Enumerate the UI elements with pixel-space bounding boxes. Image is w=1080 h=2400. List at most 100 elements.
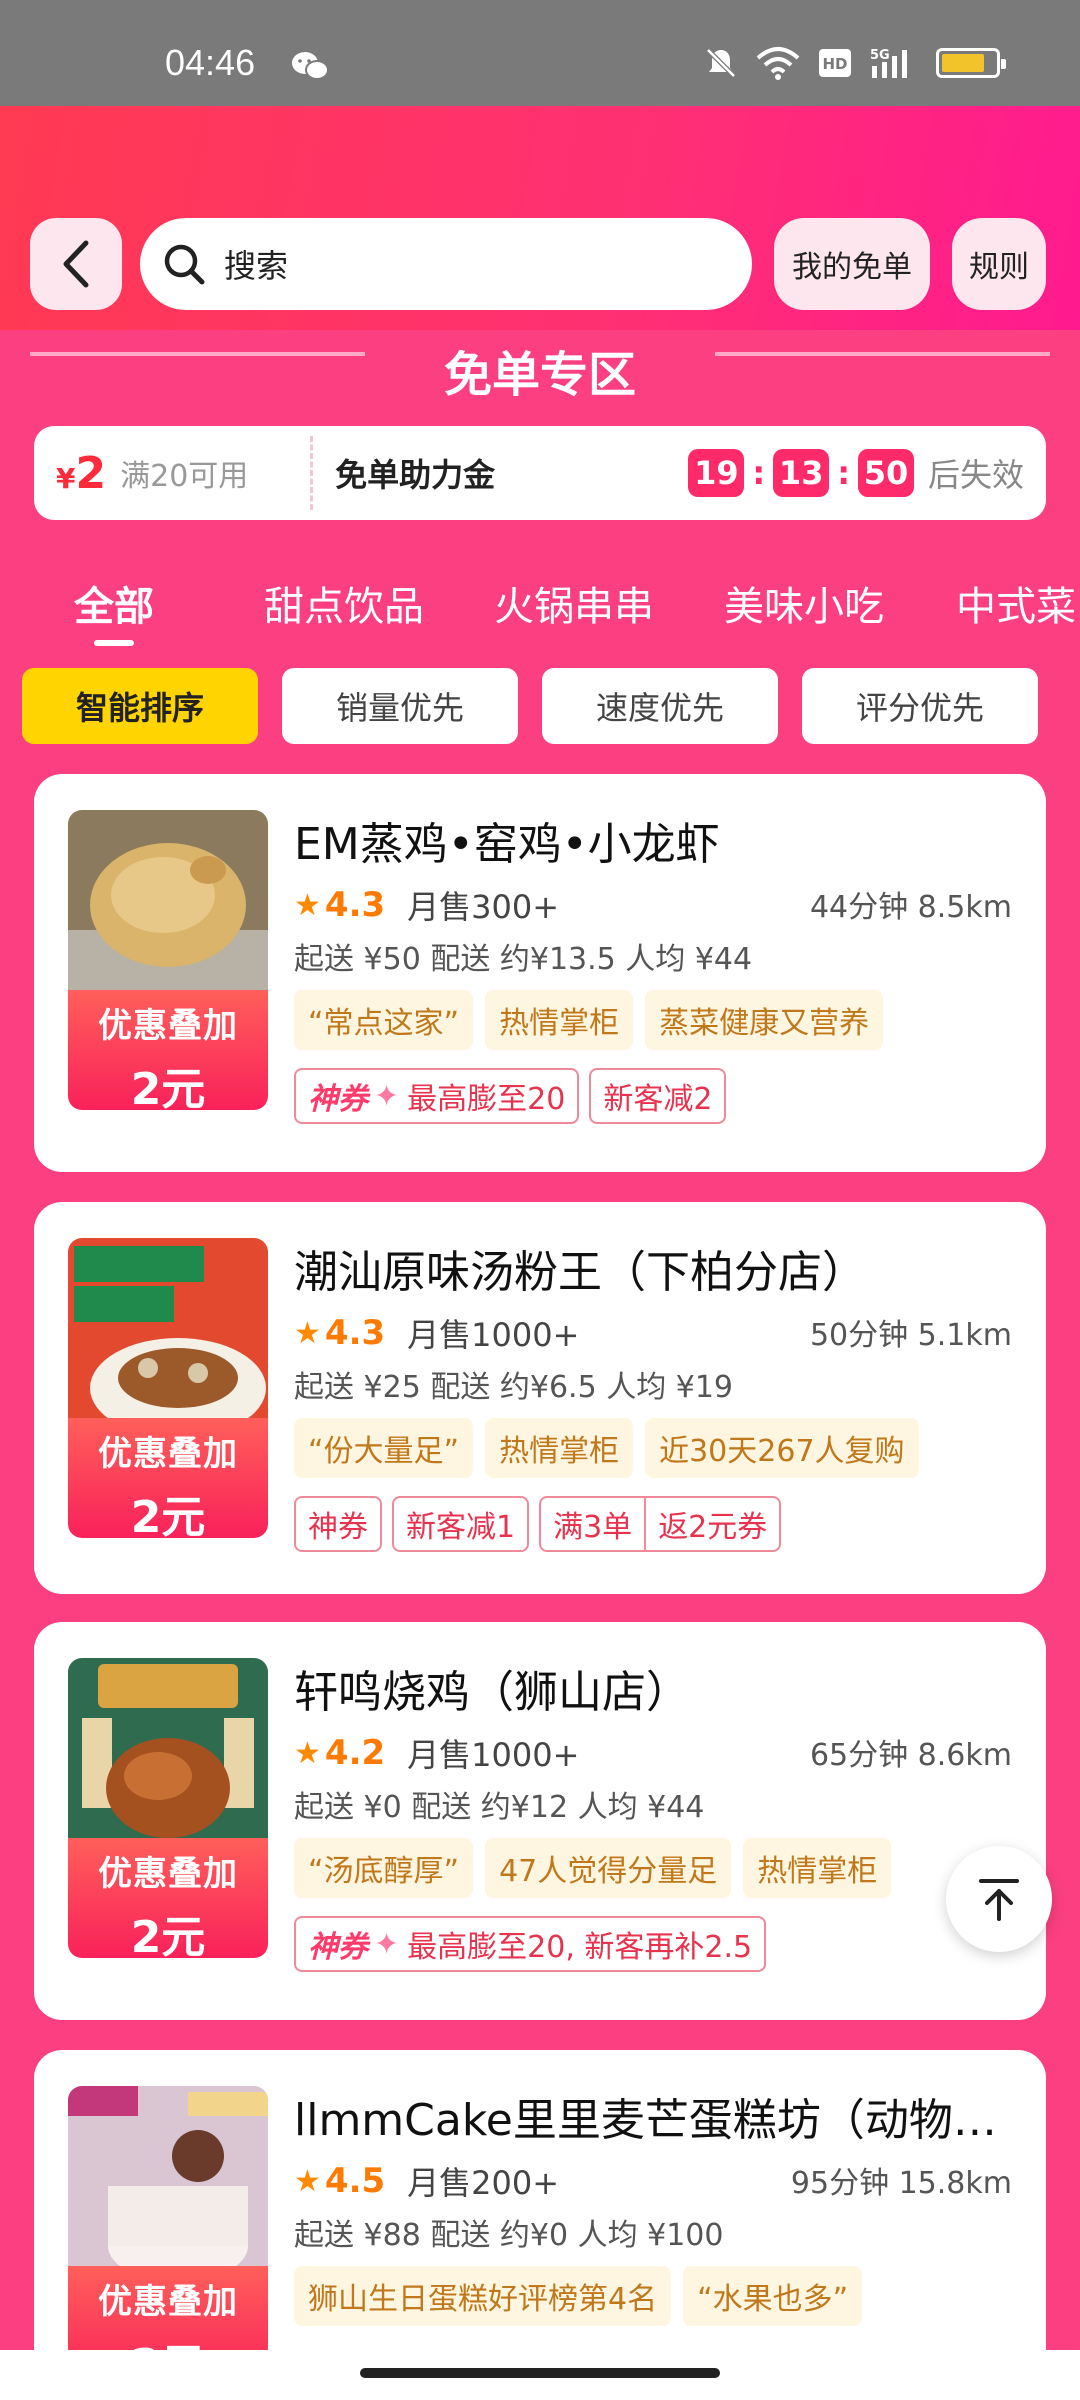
promo-badge: 优惠叠加 2元 xyxy=(68,990,268,1110)
timer-separator: : xyxy=(837,454,850,492)
coupon-tags: 神券 ✦ 最高膨至20 新客减2 xyxy=(294,1068,727,1124)
store-rating: ★ 4.3 月售300+ xyxy=(294,882,559,928)
tab-all[interactable]: 全部 xyxy=(74,574,154,632)
store-tag: 近30天267人复购 xyxy=(645,1418,919,1478)
status-time: 04:46 xyxy=(165,42,256,83)
home-indicator-bar xyxy=(0,2350,1080,2400)
store-card[interactable]: 优惠叠加 2元 llmmCake里里麦芒蛋糕坊（动物… ★ 4.5 月售200+… xyxy=(34,2050,1046,2400)
store-card[interactable]: 优惠叠加 2元 轩鸣烧鸡（狮山店） ★ 4.2 月售1000+ 65分钟 8.6… xyxy=(34,1622,1046,2020)
svg-text:5G: 5G xyxy=(870,48,890,63)
sort-sales[interactable]: 销量优先 xyxy=(282,668,518,744)
store-thumbnail: 优惠叠加 2元 xyxy=(68,810,268,1110)
page-title: 免单专区 xyxy=(443,347,636,403)
coupon-tags: 神券 ✦ 最高膨至20, 新客再补2.5 xyxy=(294,1916,767,1972)
sort-speed[interactable]: 速度优先 xyxy=(542,668,778,744)
store-tag: 热情掌柜 xyxy=(485,1418,634,1478)
store-thumbnail: 优惠叠加 2元 xyxy=(68,2086,268,2386)
countdown-timer: 19 : 13 : 50 后失效 xyxy=(688,449,1024,497)
home-indicator[interactable] xyxy=(360,2368,720,2378)
mute-icon xyxy=(706,48,736,78)
5g-signal-icon: 5G xyxy=(870,48,907,78)
star-icon: ★ xyxy=(294,1315,321,1351)
delivery-info: 起送 ¥25 配送 约¥6.5 人均 ¥19 xyxy=(294,1370,733,1405)
store-tags: “常点这家” 热情掌柜 蒸菜健康又营养 xyxy=(294,990,884,1050)
store-tag: “汤底醇厚” xyxy=(294,1838,474,1898)
super-coupon-tag[interactable]: 神券 ✦ 最高膨至20 xyxy=(294,1068,580,1124)
store-tag: “水果也多” xyxy=(683,2266,863,2326)
food-photo xyxy=(68,2086,268,2286)
super-coupon-tag[interactable]: 神券 ✦ 最高膨至20, 新客再补2.5 xyxy=(294,1916,767,1972)
store-name: EM蒸鸡•窑鸡•小龙虾 xyxy=(294,819,720,870)
store-tag: 狮山生日蛋糕好评榜第4名 xyxy=(294,2266,672,2326)
chevron-left-icon xyxy=(63,240,89,288)
battery-icon xyxy=(936,48,1006,78)
monthly-sales: 月售1000+ xyxy=(407,1736,580,1774)
new-customer-tag[interactable]: 新客减2 xyxy=(589,1068,727,1124)
sparkle-icon: ✦ xyxy=(374,1078,400,1114)
store-tag: 47人觉得分量足 xyxy=(485,1838,732,1898)
store-tags: 狮山生日蛋糕好评榜第4名 “水果也多” xyxy=(294,2266,863,2326)
tab-snacks[interactable]: 美味小吃 xyxy=(724,574,884,632)
hd-icon: HD xyxy=(819,49,851,77)
food-photo xyxy=(68,1238,268,1438)
store-thumbnail: 优惠叠加 2元 xyxy=(68,1238,268,1538)
tab-chinese[interactable]: 中式菜 xyxy=(956,574,1076,632)
category-tabs: 全部 甜点饮品 火锅串串 美味小吃 中式菜 xyxy=(0,574,1080,634)
store-tag: 热情掌柜 xyxy=(743,1838,892,1898)
food-photo xyxy=(68,810,268,1010)
delivery-eta: 44分钟 8.5km xyxy=(809,890,1012,925)
store-rating: ★ 4.5 月售200+ xyxy=(294,2158,559,2204)
delivery-eta: 50分钟 5.1km xyxy=(809,1318,1012,1353)
timer-hours: 19 xyxy=(688,449,745,497)
promo-badge: 优惠叠加 2元 xyxy=(68,1838,268,1958)
delivery-info: 起送 ¥88 配送 约¥0 人均 ¥100 xyxy=(294,2218,724,2253)
star-icon: ★ xyxy=(294,1735,321,1771)
search-icon xyxy=(164,244,205,285)
delivery-info: 起送 ¥50 配送 约¥13.5 人均 ¥44 xyxy=(294,942,753,977)
star-icon: ★ xyxy=(294,887,321,923)
monthly-sales: 月售200+ xyxy=(407,2164,560,2202)
store-tags: “份大量足” 热情掌柜 近30天267人复购 xyxy=(294,1418,919,1478)
store-thumbnail: 优惠叠加 2元 xyxy=(68,1658,268,1958)
arrow-up-icon xyxy=(979,1879,1019,1921)
promo-badge: 优惠叠加 2元 xyxy=(68,1418,268,1538)
wifi-icon xyxy=(756,47,800,80)
sparkle-icon: ✦ xyxy=(374,1926,400,1962)
coupon-name: 免单助力金 xyxy=(335,456,496,494)
star-icon: ★ xyxy=(294,2163,321,2199)
rules-button[interactable]: 规则 xyxy=(952,218,1046,310)
store-name: 潮汕原味汤粉王（下柏分店） xyxy=(294,1247,866,1298)
svg-text:HD: HD xyxy=(822,55,847,73)
super-coupon-tag[interactable]: 神券 xyxy=(294,1496,382,1552)
tab-hotpot[interactable]: 火锅串串 xyxy=(494,574,654,632)
delivery-info: 起送 ¥0 配送 约¥12 人均 ¥44 xyxy=(294,1790,705,1825)
expiry-label: 后失效 xyxy=(927,456,1024,494)
timer-minutes: 13 xyxy=(773,449,830,497)
store-tag: 蒸菜健康又营养 xyxy=(645,990,884,1050)
store-card[interactable]: 优惠叠加 2元 潮汕原味汤粉王（下柏分店） ★ 4.3 月售1000+ 50分钟… xyxy=(34,1202,1046,1594)
tab-desserts-drinks[interactable]: 甜点饮品 xyxy=(264,574,424,632)
return-coupon-tag[interactable]: 满3单 返2元券 xyxy=(539,1496,782,1552)
wechat-icon xyxy=(292,52,329,80)
coupon-tags: 神券 新客减1 满3单 返2元券 xyxy=(294,1496,782,1552)
sort-smart[interactable]: 智能排序 xyxy=(22,668,258,744)
monthly-sales: 月售1000+ xyxy=(407,1316,580,1354)
free-order-coupon[interactable]: ¥2 满20可用 免单助力金 19 : 13 : 50 后失效 xyxy=(34,426,1046,520)
delivery-eta: 65分钟 8.6km xyxy=(809,1738,1012,1773)
search-input[interactable]: 搜索 xyxy=(140,218,752,310)
sort-rating[interactable]: 评分优先 xyxy=(802,668,1038,744)
delivery-eta: 95分钟 15.8km xyxy=(790,2166,1012,2201)
status-bar: 04:46 HD 5G xyxy=(0,0,1080,106)
food-photo xyxy=(68,1658,268,1858)
monthly-sales: 月售300+ xyxy=(407,888,560,926)
coupon-divider xyxy=(310,436,314,510)
new-customer-tag[interactable]: 新客减1 xyxy=(392,1496,530,1552)
search-placeholder: 搜索 xyxy=(224,247,289,285)
store-card[interactable]: 优惠叠加 2元 EM蒸鸡•窑鸡•小龙虾 ★ 4.3 月售300+ 44分钟 8.… xyxy=(34,774,1046,1172)
store-rating: ★ 4.2 月售1000+ xyxy=(294,1730,579,1776)
my-free-orders-button[interactable]: 我的免单 xyxy=(774,218,930,310)
store-tag: “份大量足” xyxy=(294,1418,474,1478)
back-to-top-button[interactable] xyxy=(946,1846,1052,1952)
back-button[interactable] xyxy=(30,218,122,310)
store-tag: 热情掌柜 xyxy=(485,990,634,1050)
